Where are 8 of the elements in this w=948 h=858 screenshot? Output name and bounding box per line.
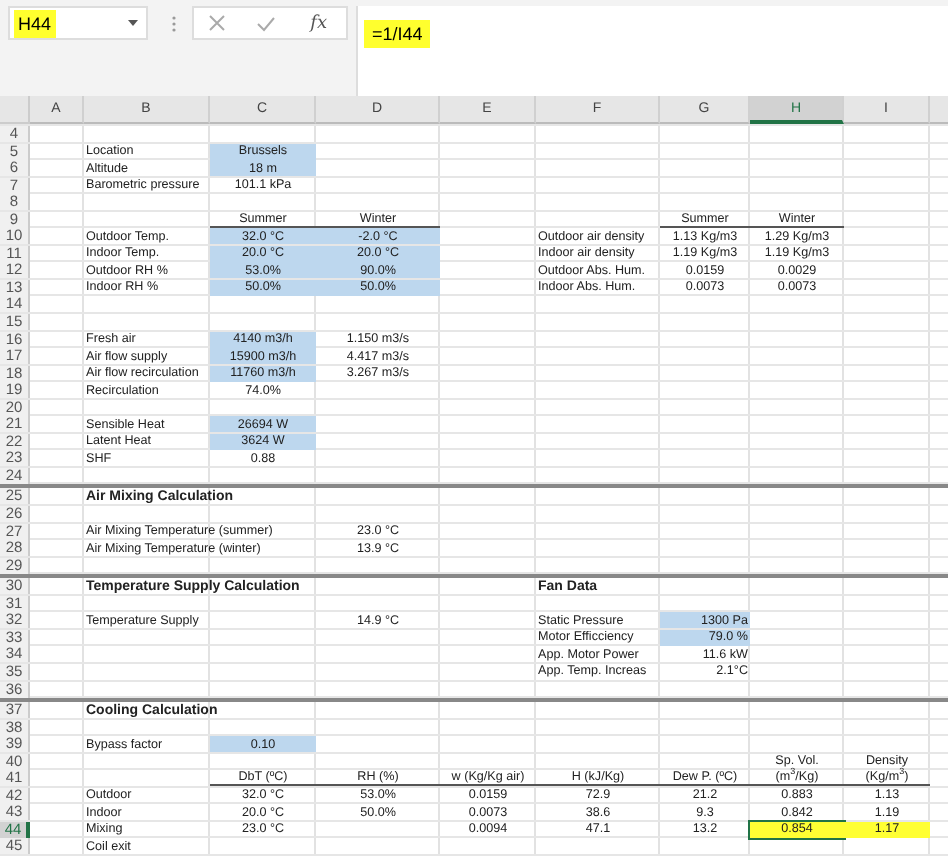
caret-icon[interactable]	[128, 20, 138, 26]
drag-handle-icon[interactable]	[172, 16, 176, 32]
cancel-icon[interactable]	[208, 14, 227, 32]
insert-function-button[interactable]: fx	[306, 13, 332, 33]
name-box[interactable]: H44	[8, 6, 148, 40]
select-all-corner[interactable]	[0, 96, 30, 124]
check-icon[interactable]	[256, 15, 277, 31]
formula-field[interactable]: =1/I44	[356, 6, 948, 96]
